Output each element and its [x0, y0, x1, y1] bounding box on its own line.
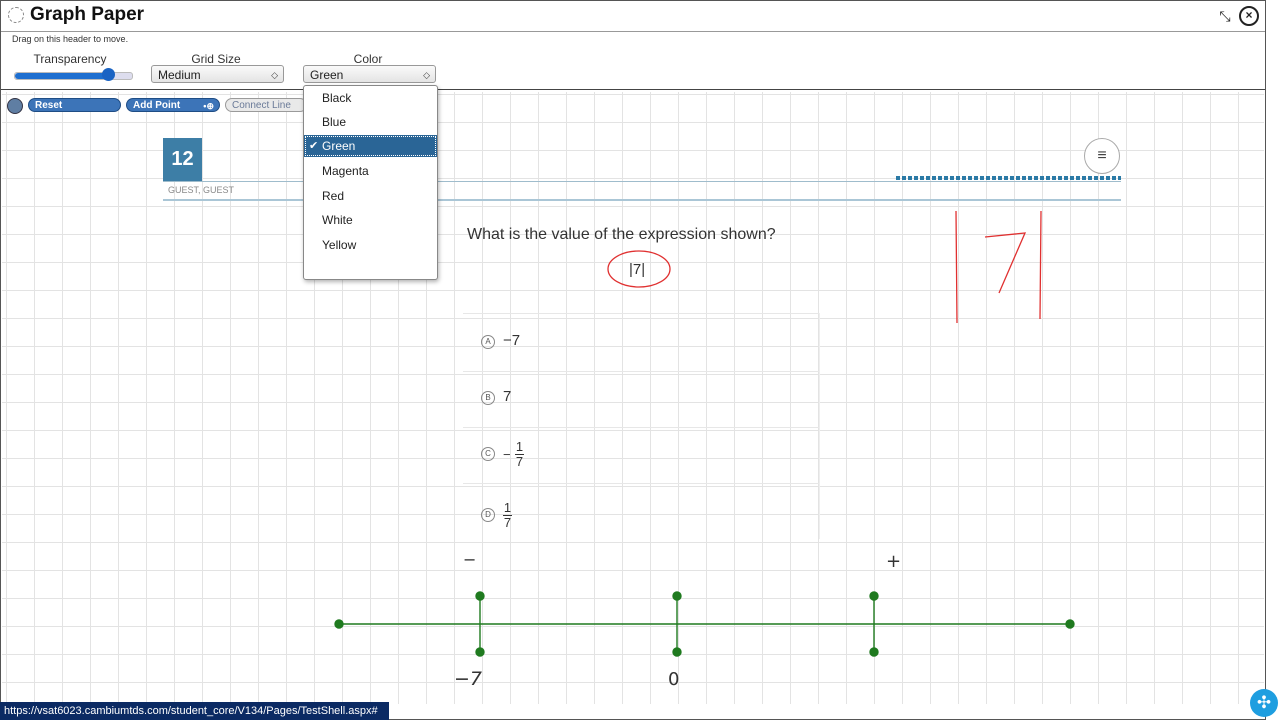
color-option-blue[interactable]: Blue: [304, 111, 437, 133]
color-dropdown-list: Black Blue ✔ Green Magenta Red White Yellow: [303, 85, 438, 280]
color-option-white[interactable]: White: [304, 209, 437, 231]
color-option-label: Green: [322, 139, 356, 153]
red-circle-annotation: [607, 250, 671, 288]
zero-annotation: 0: [668, 669, 679, 690]
point-marker[interactable]: [672, 591, 682, 601]
background-page-edge: In: [1266, 0, 1280, 720]
point-marker[interactable]: [334, 619, 344, 629]
color-option-red[interactable]: Red: [304, 185, 437, 207]
accessibility-icon[interactable]: ✣: [1250, 689, 1278, 717]
point-marker[interactable]: [869, 647, 879, 657]
point-marker[interactable]: [869, 591, 879, 601]
point-marker[interactable]: [475, 591, 485, 601]
color-option-label: Yellow: [322, 238, 357, 252]
color-option-label: Red: [322, 189, 345, 203]
color-option-label: Magenta: [322, 164, 369, 178]
positive-sign-annotation: +: [886, 551, 901, 572]
drawing-layer: − + −7 0: [334, 210, 1075, 690]
color-option-yellow[interactable]: Yellow: [304, 234, 437, 256]
point-marker[interactable]: [672, 647, 682, 657]
neg-seven-annotation: −7: [454, 668, 482, 690]
color-option-label: Black: [322, 91, 352, 105]
point-marker[interactable]: [475, 647, 485, 657]
color-option-black[interactable]: Black: [304, 87, 437, 109]
color-option-green[interactable]: ✔ Green: [304, 135, 437, 157]
graph-paper-window: Graph Paper ⤡ × Drag on this header to m…: [0, 0, 1266, 720]
color-option-magenta[interactable]: Magenta: [304, 160, 437, 182]
color-option-label: Blue: [322, 115, 347, 129]
point-marker[interactable]: [1065, 619, 1075, 629]
color-option-label: White: [322, 213, 353, 227]
check-icon: ✔: [309, 140, 319, 152]
negative-sign-annotation: −: [463, 550, 476, 569]
status-bar-url: https://vsat6023.cambiumtds.com/student_…: [0, 702, 389, 720]
red-abs-seven-drawing: [955, 210, 1042, 324]
app: In Graph Paper ⤡ × Drag on this header t…: [0, 0, 1280, 720]
